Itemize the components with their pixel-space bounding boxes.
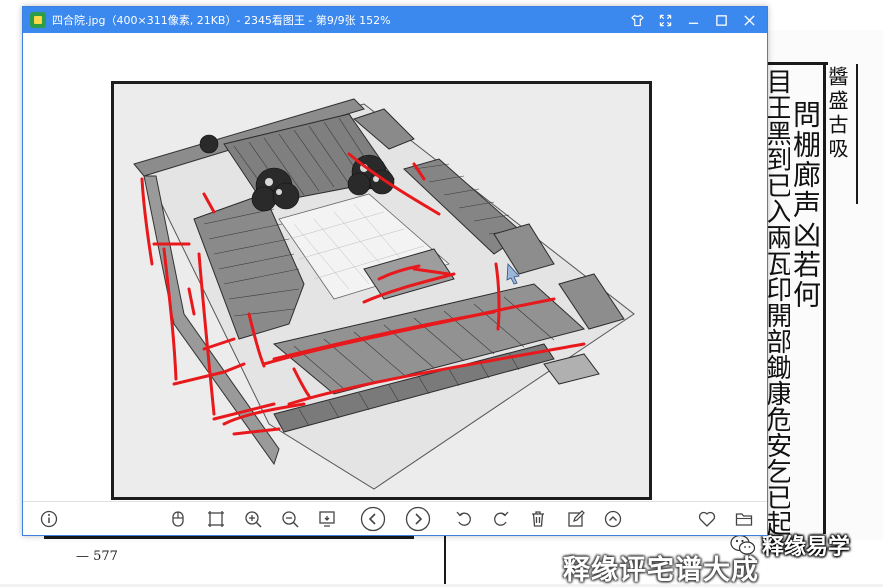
zoom-in-button[interactable] [240,506,266,532]
scripture-column: 醬盛古吸 [826,66,848,162]
previous-image-button[interactable] [360,506,386,532]
actual-size-button[interactable] [203,506,229,532]
siheyuan-courtyard-drawing [114,84,649,497]
info-button[interactable] [36,506,62,532]
rotate-right-icon [494,511,509,526]
mouse-mode-button[interactable] [165,506,191,532]
rotate-left-button[interactable] [451,506,477,532]
zoom-out-button[interactable] [277,506,303,532]
prev-icon [360,506,386,532]
next-image-button[interactable] [405,506,431,532]
close-icon [743,14,755,26]
window-title: 四合院.jpg（400×311像素, 21KB）- 2345看图王 - 第9/9… [52,14,391,27]
edit-button[interactable] [563,506,589,532]
delete-button[interactable] [525,506,551,532]
mouse-icon [172,511,184,527]
scripture-column: 問棚廊声凶若何 [789,100,822,310]
folder-icon [735,513,753,526]
app-icon [30,12,46,28]
fullscreen-icon [659,14,671,26]
zoom-out-icon [282,511,299,528]
edit-icon [568,510,585,527]
title-bar[interactable]: 四合院.jpg（400×311像素, 21KB）- 2345看图王 - 第9/9… [23,7,767,33]
page-rule [768,62,828,65]
page-rule [856,64,858,204]
rotate-left-icon [456,511,471,526]
minimize-icon [688,22,698,24]
info-icon [40,510,58,528]
skin-icon [630,14,644,26]
close-button[interactable] [735,7,763,33]
actual-size-icon [208,511,224,527]
zoom-in-icon [245,511,262,528]
maximize-icon [715,14,727,26]
next-icon [405,506,431,532]
page-number: — 577 [76,549,118,564]
rotate-right-button[interactable] [488,506,514,532]
displayed-image[interactable] [111,81,652,500]
page-rule [444,536,446,584]
upload-icon [604,510,622,528]
account-name: 释缘易学 [762,535,851,560]
viewer-toolbar [23,501,767,535]
screenshot-button[interactable] [314,506,340,532]
favorite-icon [698,511,716,527]
fullscreen-button[interactable] [651,7,679,33]
image-canvas[interactable] [23,33,767,501]
window-controls [623,7,763,33]
skin-button[interactable] [623,7,651,33]
upload-button[interactable] [600,506,626,532]
screenshot-icon [319,511,335,527]
page-rule [44,536,414,539]
maximize-button[interactable] [707,7,735,33]
minimize-button[interactable] [679,7,707,33]
image-viewer-window: 四合院.jpg（400×311像素, 21KB）- 2345看图王 - 第9/9… [22,6,768,536]
favorite-button[interactable] [694,506,720,532]
delete-icon [532,511,544,527]
open-folder-button[interactable] [731,506,757,532]
